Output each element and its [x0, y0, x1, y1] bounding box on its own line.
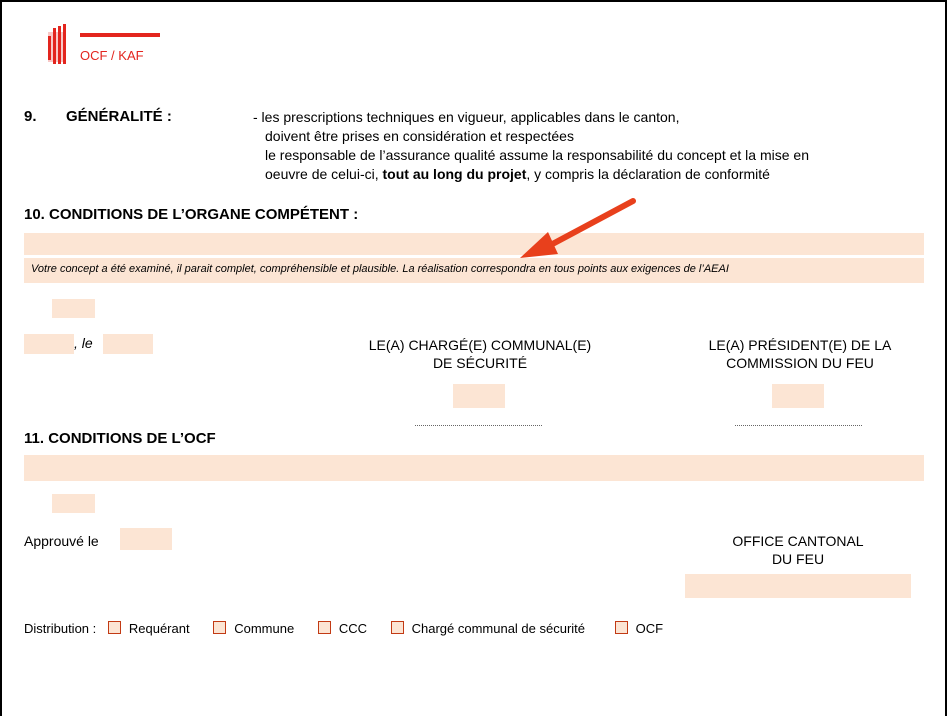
- ocf-conditions-input[interactable]: [24, 455, 924, 481]
- distribution-option-ccc[interactable]: CCC: [317, 621, 367, 636]
- distribution-option-commune[interactable]: Commune: [213, 621, 294, 636]
- place-date-separator: , le: [74, 335, 93, 351]
- checkbox[interactable]: [107, 621, 121, 634]
- signature-president-label: LE(A) PRÉSIDENT(E) DE LA COMMISSION DU F…: [708, 337, 892, 371]
- approved-label: Approuvé le: [24, 533, 99, 549]
- signature-president-field[interactable]: [772, 384, 824, 408]
- distribution-label: Distribution :: [24, 621, 97, 636]
- signature-president-line: [735, 425, 862, 426]
- approved-date-field[interactable]: [120, 528, 172, 550]
- distribution-option-ocf[interactable]: OCF: [614, 621, 663, 636]
- checkbox[interactable]: [317, 621, 331, 634]
- checkbox[interactable]: [213, 621, 227, 634]
- distribution-row: Distribution : Requérant Commune CCC Cha…: [24, 621, 683, 636]
- place-field[interactable]: [24, 334, 74, 354]
- remark-field[interactable]: [52, 299, 95, 318]
- office-label: OFFICE CANTONAL DU FEU: [732, 533, 864, 567]
- office-signature-field[interactable]: [685, 574, 911, 598]
- date-field[interactable]: [103, 334, 153, 354]
- distribution-option-requerant[interactable]: Requérant: [107, 621, 190, 636]
- section-11-title: 11. CONDITIONS DE L’OCF: [24, 430, 216, 447]
- signature-communal-line: [415, 425, 542, 426]
- checkbox[interactable]: [614, 621, 628, 634]
- signature-communal-field[interactable]: [453, 384, 505, 408]
- ocf-remark-field[interactable]: [52, 494, 95, 513]
- checkbox[interactable]: [390, 621, 404, 634]
- arrow-icon: [520, 198, 636, 258]
- distribution-option-charge-communal[interactable]: Chargé communal de sécurité: [390, 621, 585, 636]
- signature-communal-label: LE(A) CHARGÉ(E) COMMUNAL(E) DE SÉCURITÉ: [368, 337, 592, 371]
